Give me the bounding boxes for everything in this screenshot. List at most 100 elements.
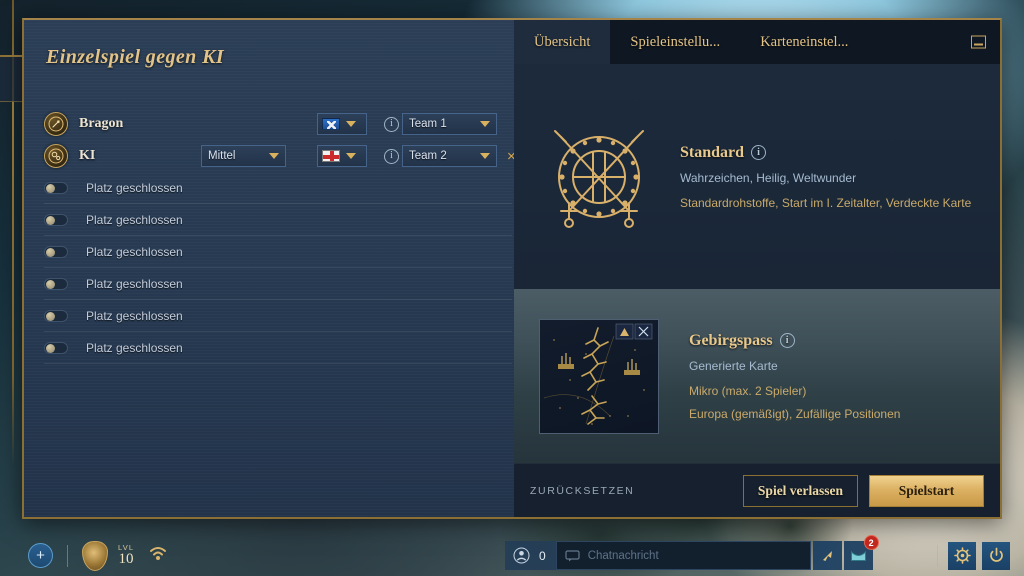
map-text: Gebirgspass i Generierte Karte Mikro (ma…	[683, 332, 900, 421]
gamemode-section[interactable]: Standard i Wahrzeichen, Heilig, Weltwund…	[514, 64, 1000, 289]
map-section[interactable]: Gebirgspass i Generierte Karte Mikro (ma…	[514, 289, 1000, 463]
slot-label: Platz geschlossen	[86, 244, 183, 259]
gamemode-line-a: Wahrzeichen, Heilig, Weltwunder	[680, 170, 857, 185]
level-value: 10	[118, 551, 134, 568]
cursor-send-icon	[822, 551, 832, 561]
chevron-down-icon	[346, 121, 356, 127]
wifi-icon[interactable]	[148, 545, 168, 566]
mail-badge: 2	[863, 535, 879, 550]
gamemode-line-b: Standardrohstoffe, Start im I. Zeitalter…	[680, 195, 972, 210]
toggle-knob-icon	[46, 343, 55, 353]
map-info-icon[interactable]: i	[779, 333, 795, 348]
feather-crest-icon[interactable]	[44, 112, 68, 136]
team-value: Team 2	[409, 150, 447, 162]
player-civ-dropdown[interactable]	[317, 145, 367, 167]
toggle-knob-icon	[46, 279, 55, 289]
plus-icon[interactable]: +	[28, 543, 53, 568]
map-line-a: Generierte Karte	[689, 358, 778, 373]
chevron-down-icon	[480, 121, 490, 127]
gamemode-title: Standard	[680, 143, 745, 161]
map-preview-icon[interactable]	[539, 318, 659, 434]
slot-toggle[interactable]	[44, 181, 68, 194]
taskbar-right	[937, 541, 1010, 570]
gamemode-title-row: Standard i	[680, 144, 971, 162]
reset-button[interactable]: ZURÜCKSETZEN	[530, 485, 634, 497]
closed-slot-row[interactable]: Platz geschlossen	[44, 268, 512, 300]
taskbar: + LVL 10 0 Chatnachricht 2	[0, 535, 1024, 576]
gear-icon	[953, 547, 971, 564]
tab-karteneinstellungen[interactable]: Karteneinstel...	[740, 20, 868, 64]
slot-label: Platz geschlossen	[86, 212, 183, 227]
lobby-window: Einzelspiel gegen KI Bragon i Team 1 KI …	[22, 18, 1002, 519]
chat-placeholder: Chatnachricht	[587, 549, 659, 562]
crossed-swords-shield-icon	[524, 111, 674, 243]
power-button[interactable]	[982, 541, 1010, 570]
toggle-knob-icon	[46, 311, 55, 321]
toggle-knob-icon	[46, 247, 55, 257]
details-panel: Übersicht Spieleinstellu... Karteneinste…	[514, 20, 1000, 517]
player-row[interactable]: KI Mittel i Team 2 ×	[44, 140, 516, 172]
closed-slot-row[interactable]: Platz geschlossen	[44, 300, 512, 332]
player-info-icon[interactable]: i	[384, 148, 399, 164]
chat-bubble-icon	[565, 549, 580, 561]
player-info-icon[interactable]: i	[384, 116, 399, 132]
mail-button[interactable]: 2	[843, 535, 879, 570]
send-button[interactable]	[812, 541, 842, 570]
taskbar-divider	[67, 544, 68, 567]
player-name: Bragon	[79, 116, 124, 131]
slot-label: Platz geschlossen	[86, 340, 183, 355]
chevron-down-icon	[269, 153, 279, 159]
start-game-button[interactable]: Spielstart	[869, 474, 984, 507]
slot-label: Platz geschlossen	[86, 276, 183, 291]
slot-toggle[interactable]	[44, 277, 68, 290]
map-line-b: Mikro (max. 2 Spieler)	[689, 383, 807, 398]
player-row[interactable]: Bragon i Team 1	[44, 108, 512, 140]
player-panel: Einzelspiel gegen KI Bragon i Team 1 KI …	[24, 20, 516, 517]
slot-toggle[interactable]	[44, 245, 68, 258]
slot-toggle[interactable]	[44, 341, 68, 354]
level-display: LVL 10	[118, 544, 134, 568]
friends-count: 0	[539, 548, 546, 563]
person-icon	[513, 547, 530, 564]
slot-toggle[interactable]	[44, 213, 68, 226]
tab-uebersicht[interactable]: Übersicht	[514, 20, 611, 64]
flag-england-icon	[322, 150, 340, 162]
chat-input[interactable]: Chatnachricht	[555, 541, 811, 570]
page-title: Einzelspiel gegen KI	[46, 46, 225, 68]
slot-toggle[interactable]	[44, 309, 68, 322]
closed-slot-row[interactable]: Platz geschlossen	[44, 236, 512, 268]
player-team-dropdown[interactable]: Team 1	[402, 113, 497, 135]
taskbar-chat-area: 0 Chatnachricht 2	[505, 535, 879, 570]
closed-slot-row[interactable]: Platz geschlossen	[44, 332, 512, 364]
gear-crest-icon[interactable]	[44, 144, 68, 168]
taskbar-divider	[937, 544, 938, 567]
toggle-knob-icon	[46, 215, 55, 225]
settings-button[interactable]	[948, 541, 976, 570]
tab-bar: Übersicht Spieleinstellu... Karteneinste…	[514, 20, 1000, 64]
chevron-down-icon	[480, 153, 490, 159]
level-caption: LVL	[118, 542, 135, 552]
lion-crest-icon[interactable]	[82, 540, 108, 571]
player-team-dropdown[interactable]: Team 2	[402, 145, 497, 167]
map-line-c: Europa (gemäßigt), Zufällige Positionen	[689, 406, 901, 421]
team-value: Team 1	[409, 118, 447, 130]
tab-spieleinstellungen[interactable]: Spieleinstellu...	[610, 20, 740, 64]
chevron-down-icon	[346, 153, 356, 159]
footer-bar: ZURÜCKSETZEN Spiel verlassen Spielstart	[514, 463, 1000, 517]
closed-slot-row[interactable]: Platz geschlossen	[44, 204, 512, 236]
player-list: Bragon i Team 1 KI Mittel i Team 2 × Pla…	[44, 108, 516, 364]
toggle-knob-icon	[46, 183, 55, 193]
taskbar-left: + LVL 10	[0, 540, 168, 571]
minimize-icon[interactable]	[971, 35, 986, 49]
leave-game-button[interactable]: Spiel verlassen	[743, 474, 858, 507]
closed-slot-row[interactable]: Platz geschlossen	[44, 172, 512, 204]
player-civ-dropdown[interactable]	[317, 113, 367, 135]
player-name: KI	[79, 148, 96, 163]
slot-label: Platz geschlossen	[86, 180, 183, 195]
friends-counter[interactable]: 0	[505, 541, 556, 570]
slot-label: Platz geschlossen	[86, 308, 183, 323]
difficulty-value: Mittel	[208, 150, 236, 162]
ai-difficulty-dropdown[interactable]: Mittel	[201, 145, 286, 167]
mail-icon	[850, 550, 866, 561]
gamemode-info-icon[interactable]: i	[751, 145, 767, 160]
